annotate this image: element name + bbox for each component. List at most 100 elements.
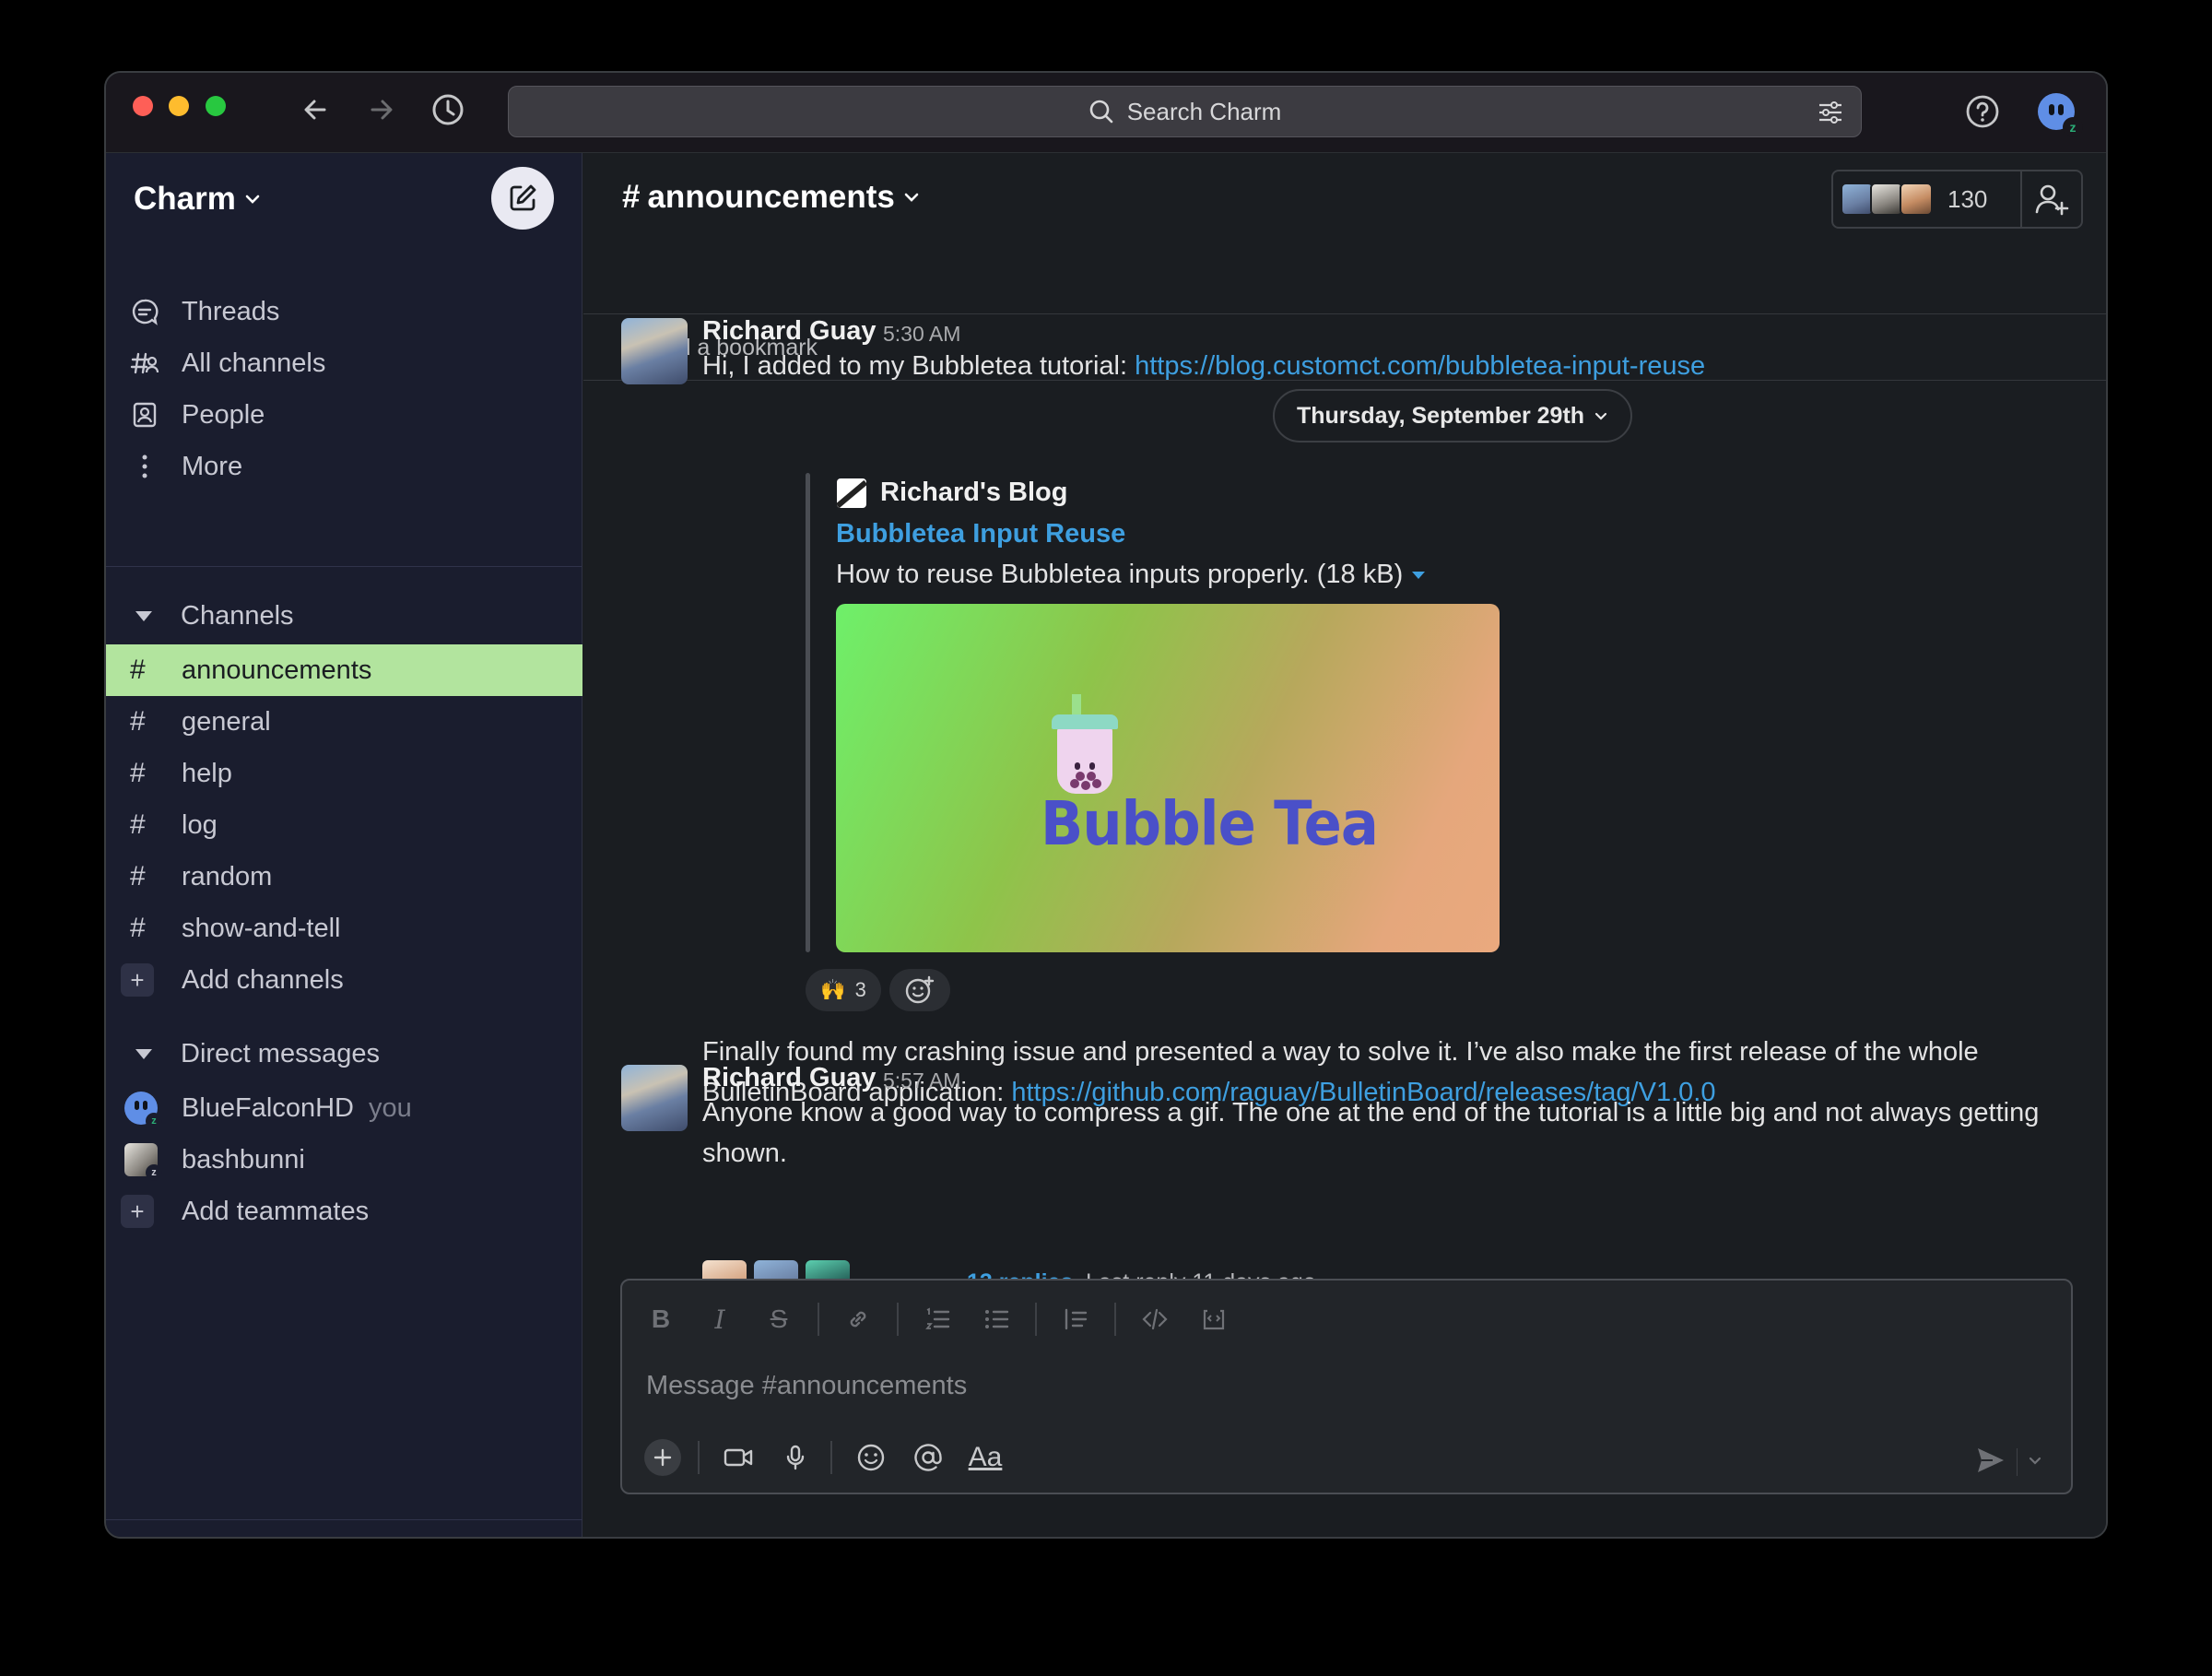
add-user-icon: [2035, 184, 2069, 216]
workspace-menu[interactable]: Charm: [134, 181, 262, 218]
chevron-down-icon: [2029, 1457, 2041, 1465]
avatar: [1900, 183, 1933, 216]
hash-icon: #: [130, 655, 146, 685]
huddle-toggle[interactable]: [466, 1538, 555, 1539]
add-channels-button[interactable]: + Add channels: [106, 954, 582, 1006]
hash-icon: #: [130, 758, 146, 788]
emoji-button[interactable]: [849, 1435, 893, 1480]
link-preview-image[interactable]: Bubble Tea: [836, 604, 1500, 952]
sidebar-item-dm-bashbunni[interactable]: z bashbunni: [106, 1134, 582, 1186]
hash-icon: #: [130, 913, 146, 943]
sidebar-item-channel-general[interactable]: # general: [106, 696, 582, 748]
sidebar-item-label: general: [182, 706, 271, 737]
channel-name: announcements: [647, 179, 895, 215]
blockquote-button[interactable]: [1055, 1299, 1096, 1340]
code-button[interactable]: [1135, 1299, 1175, 1340]
blockquote-icon: [1065, 1308, 1088, 1330]
link-button[interactable]: [838, 1299, 878, 1340]
sidebar-item-all-channels[interactable]: All channels: [106, 337, 582, 389]
minimize-window-button[interactable]: [169, 96, 189, 116]
chevron-down-icon: [1594, 412, 1607, 420]
hash-icon: #: [130, 809, 146, 840]
search-bar[interactable]: Search Charm: [508, 86, 1862, 137]
add-teammates-button[interactable]: + Add teammates: [106, 1186, 582, 1237]
sidebar-item-dm-bluefalconhd[interactable]: z BlueFalconHD you: [106, 1082, 582, 1134]
sidebar-item-label: More: [182, 451, 243, 481]
message-link[interactable]: https://blog.customct.com/bubbletea-inpu…: [1135, 351, 1705, 381]
sidebar-item-threads[interactable]: Threads: [106, 286, 582, 337]
you-label: you: [368, 1092, 412, 1123]
sidebar-item-label: log: [182, 809, 218, 840]
zoom-window-button[interactable]: [206, 96, 226, 116]
add-member-button[interactable]: [2022, 170, 2083, 229]
blog-favicon-icon: [837, 478, 866, 508]
channels-section-header[interactable]: Channels: [106, 590, 582, 642]
schedule-send-button[interactable]: [2027, 1452, 2043, 1473]
sidebar-item-channel-announcements[interactable]: # announcements: [106, 644, 582, 696]
ordered-list-button[interactable]: [917, 1299, 958, 1340]
formatting-toggle-button[interactable]: Aa: [963, 1435, 1007, 1480]
add-emoji-icon: [905, 975, 935, 1004]
ordered-list-icon: [925, 1307, 950, 1329]
sidebar-item-channel-random[interactable]: # random: [106, 851, 582, 903]
message-timestamp[interactable]: 5:30 AM: [883, 322, 960, 347]
message-author[interactable]: Richard Guay: [702, 1063, 877, 1093]
sidebar-item-channel-show-and-tell[interactable]: # show-and-tell: [106, 903, 582, 954]
avatar: [1870, 183, 1903, 216]
sidebar-item-label: random: [182, 861, 273, 891]
reaction-count: 3: [854, 978, 866, 1001]
history-clock-icon[interactable]: [429, 91, 466, 128]
message-text: Anyone know a good way to compress a gif…: [702, 1092, 2039, 1174]
attach-button[interactable]: [641, 1435, 685, 1480]
sidebar-item-channel-help[interactable]: # help: [106, 748, 582, 799]
plus-icon: [644, 1439, 681, 1476]
message-author[interactable]: Richard Guay: [702, 316, 877, 347]
add-reaction-button[interactable]: [889, 969, 950, 1011]
sidebar-item-channel-log[interactable]: # log: [106, 799, 582, 851]
direct-messages-section-header[interactable]: Direct messages: [106, 1028, 582, 1080]
header-divider: [583, 313, 2106, 314]
back-arrow-icon[interactable]: [297, 91, 334, 128]
channel-title-button[interactable]: # announcements: [622, 179, 921, 216]
more-icon: [130, 452, 182, 481]
avatar[interactable]: [621, 318, 688, 384]
at-sign-icon: [914, 1444, 942, 1471]
sidebar-item-label: announcements: [182, 655, 372, 685]
message-composer: B I S Message #announcements Aa: [620, 1279, 2073, 1494]
message-input[interactable]: Message #announcements: [646, 1371, 967, 1401]
away-status-icon: z: [146, 1164, 162, 1181]
bold-button[interactable]: B: [641, 1299, 681, 1340]
message-timestamp[interactable]: 5:57 AM: [883, 1068, 960, 1093]
member-list-button[interactable]: 130: [1831, 170, 2022, 229]
code-block-icon: [1203, 1309, 1225, 1330]
avatar[interactable]: [621, 1065, 688, 1131]
sidebar-item-label: bashbunni: [182, 1144, 305, 1174]
video-clip-button[interactable]: [716, 1435, 760, 1480]
collapse-caret-icon[interactable]: [1412, 571, 1426, 579]
date-divider-label: Thursday, September 29th: [1296, 402, 1585, 429]
audio-clip-button[interactable]: [773, 1435, 818, 1480]
strikethrough-button[interactable]: S: [759, 1299, 799, 1340]
hash-icon: #: [130, 861, 146, 891]
help-icon[interactable]: [1962, 91, 2003, 132]
italic-button[interactable]: I: [700, 1299, 740, 1340]
reaction-pill[interactable]: 🙌 3: [806, 969, 881, 1011]
forward-arrow-icon[interactable]: [363, 91, 400, 128]
send-button[interactable]: [1975, 1445, 2006, 1481]
chevron-down-icon: [245, 195, 260, 204]
compose-button[interactable]: [491, 167, 554, 230]
link-preview-description: How to reuse Bubbletea inputs properly. …: [836, 560, 1426, 590]
mention-button[interactable]: [906, 1435, 950, 1480]
code-block-button[interactable]: [1194, 1299, 1234, 1340]
link-preview-title[interactable]: Bubbletea Input Reuse: [836, 519, 1125, 549]
bullet-list-icon: [985, 1310, 1009, 1328]
sidebar-item-people[interactable]: People: [106, 389, 582, 441]
sidebar-item-more[interactable]: More: [106, 441, 582, 492]
sidebar-footer-divider: [106, 1519, 582, 1520]
date-divider-button[interactable]: Thursday, September 29th: [1273, 389, 1632, 443]
bullet-list-button[interactable]: [976, 1299, 1017, 1340]
collapse-triangle-icon: [135, 1048, 152, 1059]
close-window-button[interactable]: [133, 96, 153, 116]
search-filter-icon[interactable]: [1817, 99, 1844, 126]
workspace-name: Charm: [134, 181, 236, 217]
